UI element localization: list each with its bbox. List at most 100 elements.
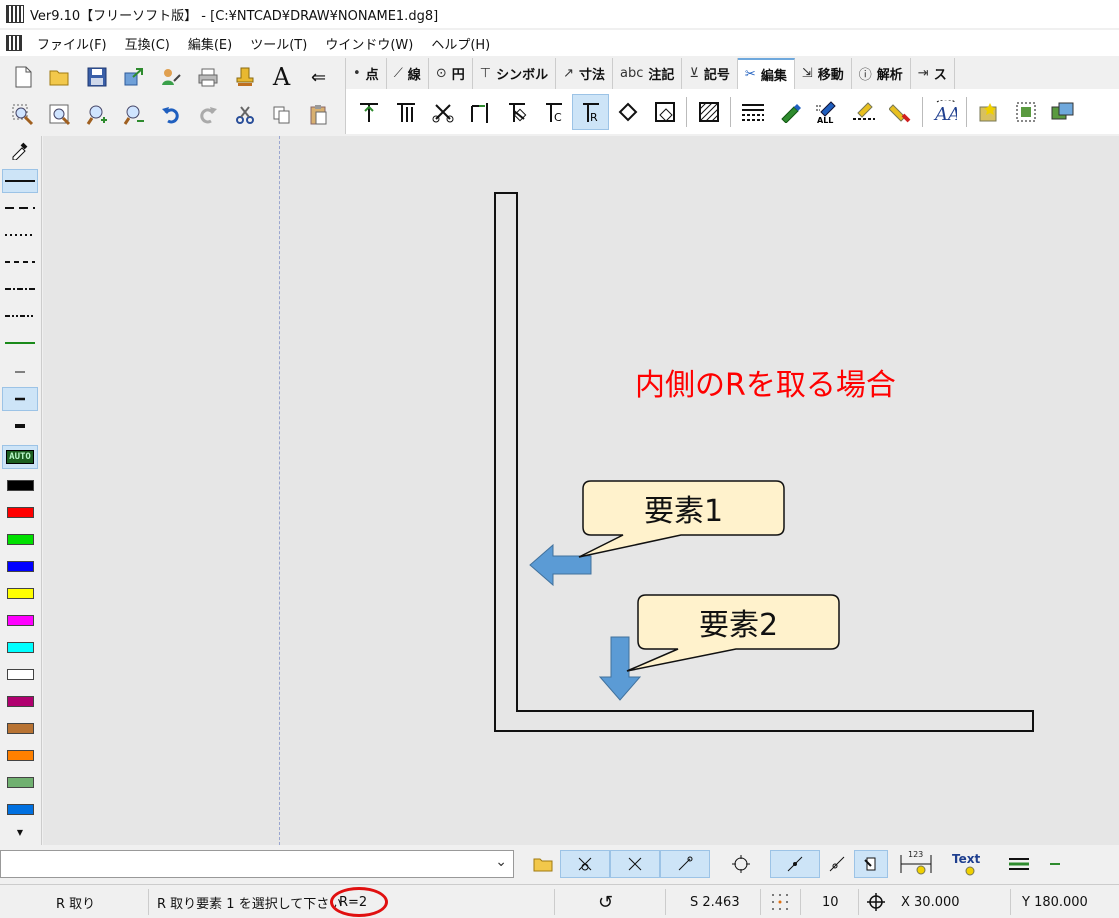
tab-analysis[interactable]: ⓘ 解析 [851, 58, 911, 89]
property-button[interactable] [152, 61, 189, 93]
color-swatch[interactable] [2, 635, 38, 659]
color-swatch[interactable] [2, 473, 38, 497]
eyedropper-button[interactable] [2, 138, 38, 162]
line-style-dash-dot[interactable] [2, 277, 38, 301]
color-swatch[interactable] [2, 554, 38, 578]
snap-element-button[interactable] [854, 850, 888, 878]
color-change-button[interactable] [771, 94, 808, 130]
tab-mark[interactable]: ⊻ 記号 [682, 58, 738, 89]
color-swatch[interactable] [2, 608, 38, 632]
status-scale[interactable]: S 2.463 [690, 885, 740, 918]
redo-button[interactable] [189, 99, 226, 131]
line-type-change-button[interactable] [734, 94, 771, 130]
color-swatch[interactable] [2, 797, 38, 821]
menu-window[interactable]: ウインドウ(W) [316, 34, 422, 53]
chamfer-button[interactable] [498, 94, 535, 130]
multi-trim-button[interactable] [387, 94, 424, 130]
tab-point[interactable]: • 点 [346, 58, 387, 89]
crosshair-icon[interactable] [866, 885, 886, 918]
zoom-in-button[interactable] [78, 99, 115, 131]
color-swatch[interactable] [2, 770, 38, 794]
image-crop-button[interactable] [1007, 94, 1044, 130]
plot-button[interactable] [226, 61, 263, 93]
color-auto[interactable]: AUTO [2, 445, 38, 469]
new-file-button[interactable] [4, 61, 41, 93]
tab-symbol[interactable]: ⊤ シンボル [472, 58, 557, 89]
paste-button[interactable] [300, 99, 337, 131]
text-edit-button[interactable]: AA [926, 94, 963, 130]
tab-more[interactable]: ⇥ ス [910, 58, 955, 89]
zoom-out-button[interactable] [115, 99, 152, 131]
corner-r-button[interactable]: R [572, 93, 609, 130]
menu-file[interactable]: ファイル(F) [28, 34, 116, 53]
palette-scroll-down[interactable]: ▼ [2, 820, 38, 844]
drawing-canvas[interactable]: 内側のRを取る場合 要素1 要素2 [43, 136, 1119, 845]
rotate-icon[interactable]: ↺ [598, 885, 613, 918]
line-width-thin[interactable] [2, 360, 38, 384]
image-edit-button[interactable] [970, 94, 1007, 130]
menu-edit[interactable]: 編集(E) [179, 34, 241, 53]
image-replace-button[interactable] [1044, 94, 1081, 130]
system-menu-icon[interactable] [6, 35, 22, 51]
dimension-value-button[interactable]: 123 [896, 850, 936, 878]
tab-move[interactable]: ⇲ 移動 [794, 58, 852, 89]
line-style-dashed[interactable] [2, 196, 38, 220]
snap-center-button[interactable] [724, 850, 758, 878]
pen-line-button[interactable] [845, 94, 882, 130]
export-button[interactable] [115, 61, 152, 93]
color-swatch[interactable] [2, 689, 38, 713]
snap-endpoint-button[interactable] [660, 850, 710, 878]
command-input[interactable]: ⌄ [0, 850, 514, 878]
color-swatch[interactable] [2, 662, 38, 686]
grid-dots-icon[interactable] [770, 885, 790, 918]
tab-annotation[interactable]: abc 注記 [613, 58, 683, 89]
copy-button[interactable] [263, 99, 300, 131]
snap-midpoint-button[interactable] [770, 850, 820, 878]
save-button[interactable] [78, 61, 115, 93]
print-button[interactable] [189, 61, 226, 93]
l-shape-outline[interactable] [494, 192, 1034, 732]
snap-nearest-button[interactable] [820, 850, 854, 878]
color-swatch[interactable] [2, 527, 38, 551]
erase-button[interactable] [609, 94, 646, 130]
change-all-button[interactable]: ALL [808, 94, 845, 130]
open-folder-button[interactable] [526, 850, 560, 878]
zoom-window-button[interactable] [4, 99, 41, 131]
line-width-thick[interactable] [2, 414, 38, 438]
text-tool-button[interactable]: A [263, 61, 300, 93]
undo-button[interactable] [152, 99, 189, 131]
color-swatch[interactable] [2, 716, 38, 740]
snap-cross-button[interactable] [610, 850, 660, 878]
cut-line-button[interactable] [424, 94, 461, 130]
snap-intersection-button[interactable] [560, 850, 610, 878]
leader-arrow-button[interactable]: ⇐ [300, 61, 337, 93]
text-input-button[interactable]: Text [946, 850, 986, 878]
line-width-medium[interactable] [2, 387, 38, 411]
layer-button[interactable] [1002, 850, 1036, 878]
color-swatch[interactable] [2, 500, 38, 524]
menu-compat[interactable]: 互換(C) [116, 34, 179, 53]
line-style-green[interactable] [2, 331, 38, 355]
tab-edit[interactable]: ✂ 編集 [737, 58, 795, 89]
trim-button[interactable] [350, 94, 387, 130]
line-style-solid[interactable] [2, 169, 38, 193]
hatch-button[interactable] [690, 94, 727, 130]
status-grid-size[interactable]: 10 [822, 885, 839, 918]
cut-button[interactable] [226, 99, 263, 131]
line-style-short-dash[interactable] [2, 250, 38, 274]
chevron-down-icon[interactable]: ⌄ [495, 854, 507, 870]
zoom-fit-button[interactable] [41, 99, 78, 131]
color-swatch[interactable] [2, 743, 38, 767]
menu-tools[interactable]: ツール(T) [241, 34, 316, 53]
tab-dimension[interactable]: ↗ 寸法 [556, 58, 613, 89]
tab-circle[interactable]: ⊙ 円 [428, 58, 473, 89]
line-style-dotted[interactable] [2, 223, 38, 247]
open-file-button[interactable] [41, 61, 78, 93]
line-style-dash-dot-dot[interactable] [2, 304, 38, 328]
pen-red-button[interactable] [882, 94, 919, 130]
extend-button[interactable] [461, 94, 498, 130]
menu-help[interactable]: ヘルプ(H) [422, 34, 499, 53]
corner-c-button[interactable]: C [535, 94, 572, 130]
color-swatch[interactable] [2, 581, 38, 605]
more-button[interactable] [1036, 850, 1070, 878]
